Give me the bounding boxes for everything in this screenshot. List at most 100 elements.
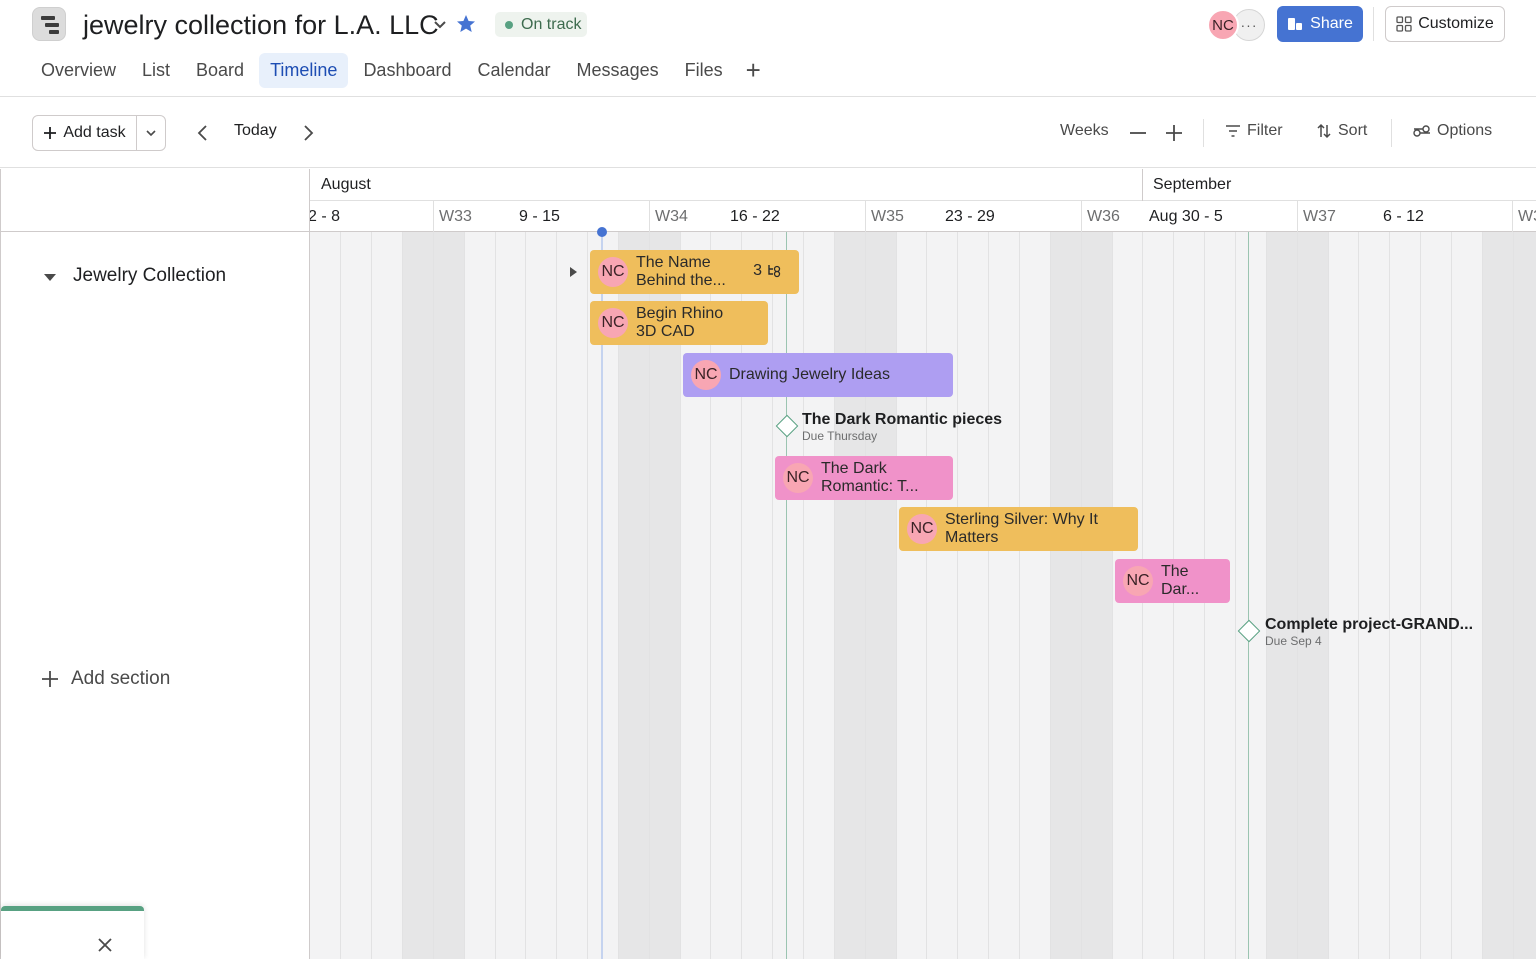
assignee-avatar[interactable]: NC [783,463,813,493]
month-label: September [1153,176,1232,193]
add-section-button[interactable]: Add section [41,668,170,690]
add-tab-icon[interactable]: + [738,53,769,88]
section-panel: Jewelry Collection Add section [0,169,310,959]
chevron-left-icon[interactable] [192,122,214,144]
week-range: Aug 30 - 5 [1149,208,1223,225]
close-icon[interactable] [95,935,115,955]
chevron-right-icon[interactable] [297,122,319,144]
filter-label: Filter [1247,122,1283,139]
tab-files[interactable]: Files [674,53,734,88]
milestone-title[interactable]: Complete project-GRAND... [1265,616,1473,634]
milestone-due: Due Sep 4 [1265,634,1322,648]
add-task-split-button: Add task [32,115,166,151]
task-title-line: Begin Rhino [636,305,724,322]
tab-board[interactable]: Board [185,53,255,88]
assignee-avatar[interactable]: NC [907,514,937,544]
task-title: The Dar... [1161,563,1199,599]
customize-button[interactable]: Customize [1385,6,1505,42]
panel-header-divider [1,231,310,232]
assignee-avatar[interactable]: NC [598,308,628,338]
today-marker [597,227,607,237]
filter-icon [1226,125,1240,137]
header-divider [1373,7,1374,41]
week-range: 2 - 8 [310,208,341,225]
project-title[interactable]: jewelry collection for L.A. LLC [83,8,439,42]
tab-timeline[interactable]: Timeline [259,53,349,88]
week-number: W37 [1303,208,1336,225]
task-title: The Dark Romantic: T... [821,460,919,496]
assignee-avatar[interactable]: NC [598,257,628,287]
sort-label: Sort [1338,122,1368,139]
milestone-due: Due Thursday [802,429,878,443]
milestone-guide [1248,232,1249,959]
zoom-level-select[interactable]: Weeks [1060,122,1109,140]
assignee-avatar[interactable]: NC [1123,566,1153,596]
share-button[interactable]: Share [1277,6,1363,42]
task-title-line: Romantic: T... [821,478,919,495]
section-title[interactable]: Jewelry Collection [73,265,226,287]
tab-calendar[interactable]: Calendar [467,53,562,88]
timeline-toolbar: Add task Today Weeks Filter Sort Options [0,98,1536,168]
timeline-header: August September 2 - 8 W33 9 - 15 W34 16… [310,169,1536,232]
subtask-icon [768,265,781,278]
task-bar[interactable]: NC The Dar... [1115,559,1230,603]
task-title-line: The Dark [821,460,887,477]
project-header: jewelry collection for L.A. LLC On track… [0,0,1536,97]
tab-overview[interactable]: Overview [30,53,127,88]
plus-icon [44,127,57,139]
tab-messages[interactable]: Messages [566,53,670,88]
share-label: Share [1310,15,1353,32]
options-icon [1413,125,1430,137]
add-task-dropdown[interactable] [137,116,165,150]
toolbar-divider [1203,119,1204,147]
zoom-in-icon[interactable] [1164,122,1184,144]
filter-button[interactable]: Filter [1225,122,1283,140]
plus-icon [42,671,58,687]
add-task-label: Add task [63,124,126,141]
star-icon[interactable] [454,12,478,36]
week-row: 2 - 8 W33 9 - 15 W34 16 - 22 W35 23 - 29… [310,201,1536,232]
task-title-line: Sterling Silver: Why It [945,511,1098,528]
task-title-line: Matters [945,529,999,546]
status-label: On track [521,15,582,33]
tab-dashboard[interactable]: Dashboard [352,53,462,88]
project-tabs: Overview List Board Timeline Dashboard C… [30,53,769,88]
options-button[interactable]: Options [1413,122,1492,140]
toolbar-divider [1391,119,1392,147]
week-range: 16 - 22 [730,208,780,225]
month-row: August September [310,169,1536,201]
member-avatar[interactable]: NC [1207,9,1239,41]
timeline-grid [310,232,1536,959]
month-label: August [321,176,371,193]
task-title-line: The [1161,563,1189,580]
chevron-down-icon [146,130,156,137]
task-bar[interactable]: NC The Dark Romantic: T... [775,456,953,500]
sort-button[interactable]: Sort [1316,122,1367,140]
task-bar[interactable]: NC Sterling Silver: Why It Matters [899,507,1138,551]
zoom-out-icon[interactable] [1128,122,1148,144]
toast-notification [1,906,144,959]
expand-subtasks-icon[interactable] [567,265,579,279]
tab-list[interactable]: List [131,53,181,88]
caret-down-icon[interactable] [41,268,59,286]
week-range: 23 - 29 [945,208,995,225]
options-label: Options [1437,122,1493,139]
today-button[interactable]: Today [234,122,277,140]
week-number: W34 [655,208,688,225]
subtask-count[interactable]: 3 [753,262,783,280]
chevron-down-icon[interactable] [430,14,450,34]
task-bar[interactable]: NC Begin Rhino 3D CAD [590,301,768,345]
status-badge[interactable]: On track [495,12,588,37]
task-title: Begin Rhino 3D CAD [636,305,723,341]
timeline-canvas: August September 2 - 8 W33 9 - 15 W34 16… [310,169,1536,959]
share-icon [1288,18,1303,30]
task-bar[interactable]: NC The Name Behind the... 3 [590,250,799,294]
milestone-title[interactable]: The Dark Romantic pieces [802,411,1002,429]
task-title-line: 3D CAD [636,323,695,340]
status-dot [505,20,513,29]
project-icon[interactable] [32,7,66,41]
assignee-avatar[interactable]: NC [691,360,721,390]
task-title-line: The Name [636,254,711,271]
task-bar[interactable]: NC Drawing Jewelry Ideas [683,353,953,397]
add-task-button[interactable]: Add task [33,116,137,150]
